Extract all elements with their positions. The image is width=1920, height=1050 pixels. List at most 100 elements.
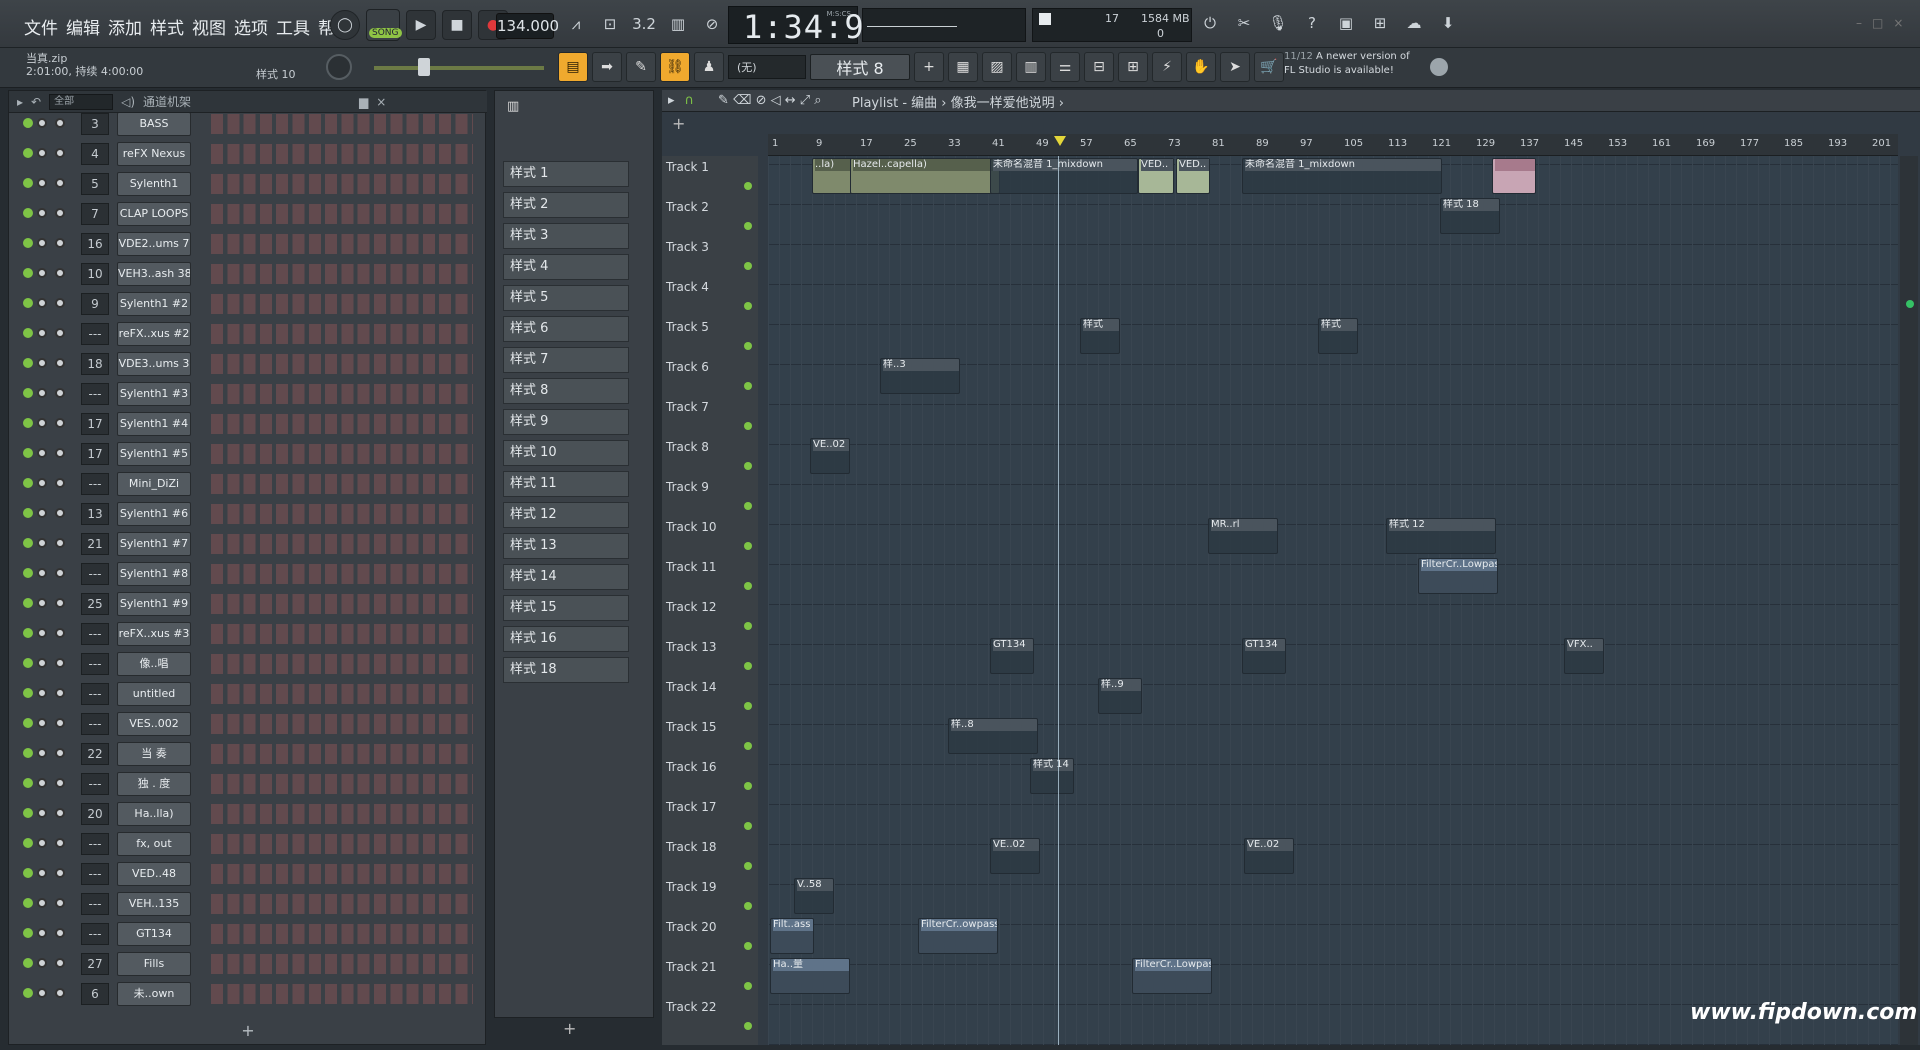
- playlist-clip[interactable]: 样式 14: [1030, 758, 1074, 794]
- channel-led[interactable]: [23, 898, 33, 908]
- channel-led[interactable]: [23, 628, 33, 638]
- metronome-icon[interactable]: ⩘: [562, 10, 590, 38]
- channel-name-button[interactable]: 像..唱: [117, 652, 191, 676]
- channel-volume-knob[interactable]: [55, 538, 65, 548]
- channel-volume-knob[interactable]: [55, 988, 65, 998]
- channel-led[interactable]: [23, 118, 33, 128]
- channel-volume-knob[interactable]: [55, 388, 65, 398]
- playlist-button[interactable]: ▦: [948, 52, 978, 82]
- step-sequencer[interactable]: [211, 534, 473, 554]
- track-mute-led[interactable]: [744, 782, 752, 790]
- channel-led[interactable]: [23, 298, 33, 308]
- channel-volume-knob[interactable]: [55, 178, 65, 188]
- channel-name-button[interactable]: VEH3..ash 38: [117, 262, 191, 286]
- track-name[interactable]: Track 1: [666, 160, 709, 174]
- render-icon[interactable]: ⊞: [1366, 9, 1394, 37]
- channel-volume-knob[interactable]: [55, 118, 65, 128]
- track-name[interactable]: Track 3: [666, 240, 709, 254]
- link-tool-button[interactable]: ⛓: [660, 52, 690, 82]
- track-name[interactable]: Track 8: [666, 440, 709, 454]
- channel-led[interactable]: [23, 238, 33, 248]
- track-name[interactable]: Track 18: [666, 840, 716, 854]
- channel-name-button[interactable]: VDE3..ums 3: [117, 352, 191, 376]
- track-mute-led[interactable]: [744, 502, 752, 510]
- channel-led[interactable]: [23, 718, 33, 728]
- track-mute-led[interactable]: [744, 742, 752, 750]
- pattern-selector[interactable]: 样式 8: [810, 54, 910, 80]
- playlist-clip[interactable]: 样..9: [1098, 678, 1142, 714]
- channel-mixer-track[interactable]: ---: [81, 923, 109, 945]
- step-sequencer[interactable]: [211, 654, 473, 674]
- channel-pan-knob[interactable]: [37, 568, 47, 578]
- pencil-tool-button[interactable]: ✎: [626, 52, 656, 82]
- channel-volume-knob[interactable]: [55, 778, 65, 788]
- channel-volume-knob[interactable]: [55, 748, 65, 758]
- channel-led[interactable]: [23, 388, 33, 398]
- browser-button[interactable]: ⊟: [1084, 52, 1114, 82]
- channel-led[interactable]: [23, 958, 33, 968]
- channel-volume-knob[interactable]: [55, 448, 65, 458]
- channel-mixer-track[interactable]: ---: [81, 563, 109, 585]
- channel-volume-knob[interactable]: [55, 208, 65, 218]
- channel-row[interactable]: --- VEH..135: [9, 889, 479, 919]
- channel-volume-knob[interactable]: [55, 868, 65, 878]
- channel-led[interactable]: [23, 178, 33, 188]
- channel-mixer-track[interactable]: 17: [81, 413, 109, 435]
- tempo-tapper-button[interactable]: ➤: [1220, 52, 1250, 82]
- channel-led[interactable]: [23, 598, 33, 608]
- channel-row[interactable]: --- reFX..xus #3: [9, 619, 479, 649]
- step-sequencer[interactable]: [211, 414, 473, 434]
- playlist-arrow-icon[interactable]: ▸: [668, 93, 675, 108]
- tempo-display[interactable]: 134.000: [496, 13, 559, 39]
- touch-keyboard-button[interactable]: ✋: [1186, 52, 1216, 82]
- track-name[interactable]: Track 13: [666, 640, 716, 654]
- channel-volume-knob[interactable]: [55, 298, 65, 308]
- channel-pan-knob[interactable]: [37, 118, 47, 128]
- channel-volume-knob[interactable]: [55, 958, 65, 968]
- channel-pan-knob[interactable]: [37, 508, 47, 518]
- track-mute-led[interactable]: [744, 582, 752, 590]
- playlist-clip[interactable]: FilterCr..owpass: [918, 918, 998, 954]
- menu-tools[interactable]: 工具: [276, 14, 310, 39]
- channel-volume-knob[interactable]: [55, 328, 65, 338]
- step-sequencer[interactable]: [211, 984, 473, 1004]
- arrow-tool-button[interactable]: ➡: [592, 52, 622, 82]
- track-mute-led[interactable]: [744, 302, 752, 310]
- channel-volume-knob[interactable]: [55, 148, 65, 158]
- channel-mixer-track[interactable]: 20: [81, 803, 109, 825]
- track-mute-led[interactable]: [744, 822, 752, 830]
- step-sequencer[interactable]: [211, 504, 473, 524]
- track-mute-led[interactable]: [744, 222, 752, 230]
- channel-pan-knob[interactable]: [37, 538, 47, 548]
- download-icon[interactable]: ⬇: [1434, 9, 1462, 37]
- channel-row[interactable]: 25 Sylenth1 #9: [9, 589, 479, 619]
- track-mute-led[interactable]: [744, 662, 752, 670]
- track-name[interactable]: Track 21: [666, 960, 716, 974]
- song-time-display[interactable]: 1:34:92 M:S:CS: [728, 6, 884, 46]
- step-sequencer[interactable]: [211, 474, 473, 494]
- playlist-clip[interactable]: 未命名混音 1_mixdown: [990, 158, 1138, 194]
- pattern-item[interactable]: 样式 12: [503, 502, 629, 528]
- step-sequencer[interactable]: [211, 594, 473, 614]
- add-pattern-button[interactable]: +: [914, 52, 944, 82]
- playlist-clip[interactable]: VED..: [1176, 158, 1210, 194]
- channel-filter-select[interactable]: 全部: [49, 93, 114, 110]
- channel-row[interactable]: --- Sylenth1 #3: [9, 379, 479, 409]
- channel-pan-knob[interactable]: [37, 988, 47, 998]
- pattern-item[interactable]: 样式 10: [503, 440, 629, 466]
- channel-volume-knob[interactable]: [55, 508, 65, 518]
- channel-pan-knob[interactable]: [37, 448, 47, 458]
- channel-pan-knob[interactable]: [37, 718, 47, 728]
- menu-patterns[interactable]: 样式: [150, 14, 184, 39]
- playlist-clip[interactable]: Hazel..capella): [850, 158, 1000, 194]
- track-name[interactable]: Track 11: [666, 560, 716, 574]
- channel-led[interactable]: [23, 688, 33, 698]
- pattern-item[interactable]: 样式 2: [503, 192, 629, 218]
- close-icon[interactable]: ×: [1893, 16, 1903, 30]
- playlist-window-button[interactable]: ▤: [558, 52, 588, 82]
- rack-graph-icon[interactable]: ▆: [359, 95, 368, 109]
- channel-mixer-track[interactable]: ---: [81, 623, 109, 645]
- mic-icon[interactable]: 🎙: [1264, 9, 1292, 37]
- countdown-icon[interactable]: 3.2: [630, 10, 658, 38]
- track-name[interactable]: Track 4: [666, 280, 709, 294]
